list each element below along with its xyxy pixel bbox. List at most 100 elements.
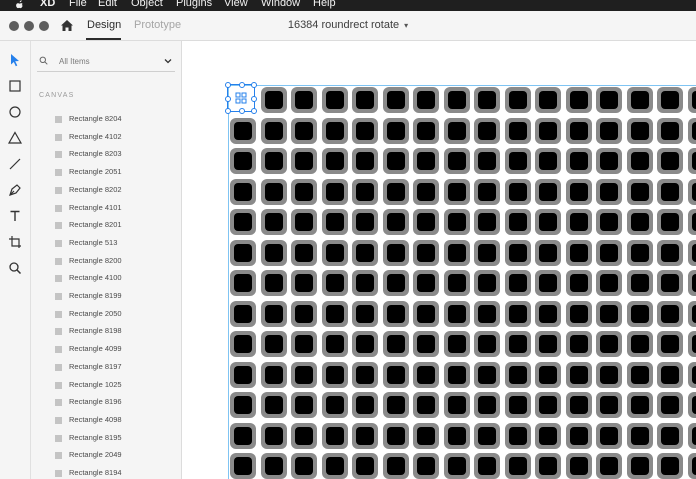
grid-rectangle[interactable] (382, 117, 409, 144)
grid-rectangle[interactable] (382, 209, 409, 235)
grid-rectangle[interactable] (687, 209, 696, 235)
grid-rectangle[interactable] (504, 331, 531, 357)
grid-rectangle[interactable] (657, 453, 683, 479)
grid-rectangle[interactable] (413, 453, 439, 479)
grid-rectangle[interactable] (474, 239, 500, 266)
grid-rectangle[interactable] (657, 87, 683, 113)
grid-rectangle[interactable] (687, 117, 696, 144)
grid-rectangle[interactable] (596, 117, 622, 144)
grid-rectangle[interactable] (565, 361, 592, 388)
grid-rectangle[interactable] (352, 392, 378, 418)
grid-rectangle[interactable] (321, 148, 348, 174)
grid-rectangle[interactable] (413, 117, 439, 144)
grid-rectangle[interactable] (321, 87, 348, 113)
grid-rectangle[interactable] (565, 331, 592, 357)
grid-rectangle[interactable] (657, 239, 683, 266)
grid-rectangle[interactable] (626, 148, 653, 174)
grid-rectangle[interactable] (535, 331, 561, 357)
grid-rectangle[interactable] (687, 300, 696, 327)
grid-rectangle[interactable] (352, 270, 378, 296)
canvas[interactable] (182, 41, 696, 479)
grid-rectangle[interactable] (260, 270, 287, 296)
grid-rectangle[interactable] (413, 148, 439, 174)
grid-rectangle[interactable] (535, 392, 561, 418)
grid-rectangle[interactable] (565, 239, 592, 266)
grid-rectangle[interactable] (596, 87, 622, 113)
grid-rectangle[interactable] (382, 331, 409, 357)
grid-rectangle[interactable] (474, 392, 500, 418)
menu-object[interactable]: Object (131, 0, 163, 9)
layer-item[interactable]: Rectangle 2050 (31, 306, 181, 323)
grid-rectangle[interactable] (443, 117, 470, 144)
grid-rectangle[interactable] (443, 392, 470, 418)
grid-rectangle[interactable] (413, 392, 439, 418)
grid-rectangle[interactable] (413, 239, 439, 266)
grid-rectangle[interactable] (504, 239, 531, 266)
grid-rectangle[interactable] (413, 87, 439, 113)
grid-rectangle[interactable] (474, 331, 500, 357)
grid-rectangle[interactable] (565, 300, 592, 327)
grid-rectangle[interactable] (626, 209, 653, 235)
grid-rectangle[interactable] (504, 361, 531, 388)
grid-rectangle[interactable] (504, 148, 531, 174)
layer-item[interactable]: Rectangle 8199 (31, 288, 181, 305)
grid-rectangle[interactable] (474, 178, 500, 205)
grid-rectangle[interactable] (474, 453, 500, 479)
grid-rectangle[interactable] (535, 422, 561, 449)
grid-rectangle[interactable] (260, 300, 287, 327)
grid-rectangle[interactable] (291, 270, 317, 296)
layer-item[interactable]: Rectangle 8196 (31, 394, 181, 411)
grid-rectangle[interactable] (596, 239, 622, 266)
grid-rectangle[interactable] (565, 87, 592, 113)
grid-rectangle[interactable] (474, 361, 500, 388)
grid-rectangle[interactable] (657, 117, 683, 144)
grid-rectangle[interactable] (535, 117, 561, 144)
grid-rectangle[interactable] (657, 331, 683, 357)
grid-rectangle[interactable] (443, 300, 470, 327)
grid-rectangle[interactable] (352, 209, 378, 235)
grid-rectangle[interactable] (230, 209, 256, 235)
grid-rectangle[interactable] (291, 87, 317, 113)
grid-rectangle[interactable] (382, 392, 409, 418)
rectangle-icon[interactable] (7, 78, 23, 94)
line-icon[interactable] (7, 156, 23, 172)
grid-rectangle[interactable] (626, 270, 653, 296)
grid-rectangle[interactable] (504, 300, 531, 327)
grid-rectangle[interactable] (596, 270, 622, 296)
grid-rectangle[interactable] (687, 148, 696, 174)
menu-file[interactable]: File (69, 0, 87, 9)
grid-rectangle[interactable] (230, 422, 256, 449)
grid-rectangle[interactable] (626, 331, 653, 357)
grid-rectangle[interactable] (382, 239, 409, 266)
grid-rectangle[interactable] (626, 300, 653, 327)
grid-rectangle[interactable] (687, 361, 696, 388)
layers-filter[interactable]: All Items (37, 51, 175, 72)
text-icon[interactable] (7, 208, 23, 224)
grid-rectangle[interactable] (260, 239, 287, 266)
layer-item[interactable]: Rectangle 8197 (31, 359, 181, 376)
grid-rectangle[interactable] (260, 422, 287, 449)
grid-rectangle[interactable] (474, 117, 500, 144)
grid-rectangle[interactable] (230, 239, 256, 266)
apple-icon[interactable] (15, 0, 25, 9)
grid-rectangle[interactable] (687, 331, 696, 357)
zoom-icon[interactable] (7, 260, 23, 276)
grid-rectangle[interactable] (474, 422, 500, 449)
resize-handle[interactable] (239, 108, 245, 114)
grid-rectangle[interactable] (474, 148, 500, 174)
grid-rectangle[interactable] (443, 87, 470, 113)
grid-rectangle[interactable] (474, 209, 500, 235)
grid-rectangle[interactable] (596, 392, 622, 418)
grid-rectangle[interactable] (321, 422, 348, 449)
layer-item[interactable]: Rectangle 4099 (31, 341, 181, 358)
grid-rectangle[interactable] (260, 361, 287, 388)
grid-rectangle[interactable] (657, 422, 683, 449)
grid-rectangle[interactable] (657, 392, 683, 418)
grid-rectangle[interactable] (443, 209, 470, 235)
grid-rectangle[interactable] (291, 422, 317, 449)
layer-item[interactable]: Rectangle 8203 (31, 146, 181, 163)
grid-rectangle[interactable] (565, 117, 592, 144)
grid-rectangle[interactable] (352, 148, 378, 174)
layer-item[interactable]: Rectangle 8202 (31, 182, 181, 199)
grid-rectangle[interactable] (382, 361, 409, 388)
